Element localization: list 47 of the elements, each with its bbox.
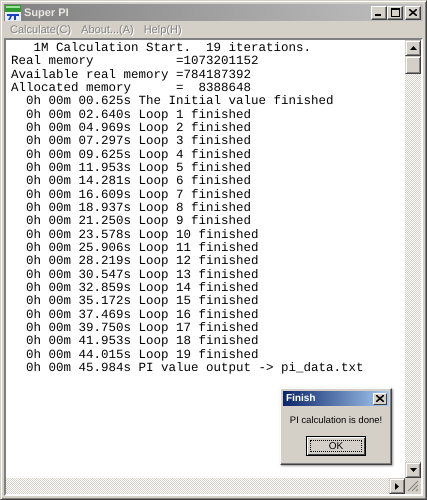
window-title: Super PI — [24, 6, 70, 18]
maximize-icon — [390, 8, 400, 17]
output-line: 0h 00m 09.625s Loop 4 finished — [25, 148, 252, 162]
output-line: 1M Calculation Start. 19 iterations. — [32, 42, 312, 55]
ok-button[interactable]: OK — [306, 436, 366, 456]
output-line: 0h 00m 14.281s Loop 6 finished — [25, 175, 252, 189]
output-line: Allocated memory = 8388648 — [11, 82, 252, 95]
vertical-scrollbar[interactable] — [405, 40, 421, 478]
output-line: 0h 00m 44.015s Loop 19 finished — [25, 348, 259, 362]
output-line: 0h 00m 37.469s Loop 16 finished — [25, 308, 259, 322]
horizontal-scrollbar[interactable] — [6, 478, 405, 494]
output-line: 0h 00m 39.750s Loop 17 finished — [25, 322, 259, 335]
output-line: 0h 00m 07.297s Loop 3 finished — [25, 135, 252, 149]
output-line: 0h 00m 00.625s The Initial value finished — [25, 95, 334, 109]
scroll-thumb[interactable] — [405, 56, 421, 74]
up-arrow-icon — [410, 46, 416, 50]
resize-grip-icon[interactable] — [407, 480, 419, 492]
output-line: 0h 00m 25.906s Loop 11 finished — [25, 242, 259, 255]
output-line: 0h 00m 16.609s Loop 7 finished — [25, 188, 252, 202]
output-line: 0h 00m 28.219s Loop 12 finished — [25, 255, 259, 269]
down-arrow-icon — [410, 468, 416, 472]
output-line: Real memory =1073201152 — [11, 55, 259, 69]
minimize-button[interactable] — [371, 6, 387, 20]
output-line: 0h 00m 11.953s Loop 5 finished — [25, 162, 252, 175]
output-line: 0h 00m 18.937s Loop 8 finished — [25, 202, 252, 215]
output-line: 0h 00m 35.172s Loop 15 finished — [25, 295, 259, 309]
close-icon — [376, 395, 384, 402]
output-line: 0h 00m 45.984s PI value output -> pi_data.txt — [25, 362, 364, 376]
output-line: 0h 00m 32.859s Loop 14 finished — [25, 282, 259, 295]
right-arrow-icon — [395, 482, 399, 490]
scroll-down-button[interactable] — [405, 462, 421, 478]
maximize-button[interactable] — [387, 6, 403, 20]
scroll-up-button[interactable] — [405, 40, 421, 56]
output-line: Available real memory =784187392 — [11, 68, 252, 82]
output-line: 0h 00m 21.250s Loop 9 finished — [25, 215, 252, 229]
close-button[interactable] — [405, 6, 421, 20]
output-line: 0h 00m 41.953s Loop 18 finished — [25, 335, 259, 349]
dialog-message: PI calculation is done! — [288, 414, 384, 428]
app-icon — [5, 4, 21, 20]
close-button[interactable] — [373, 392, 387, 404]
output-line: 0h 00m 04.969s Loop 2 finished — [25, 122, 252, 135]
dialog-title: Finish — [286, 393, 316, 404]
close-icon — [409, 9, 417, 16]
output-line: 0h 00m 02.640s Loop 1 finished — [25, 108, 252, 122]
scroll-right-button[interactable] — [389, 478, 405, 494]
output-line: 0h 00m 23.578s Loop 10 finished — [25, 228, 259, 242]
output-line: 0h 00m 30.547s Loop 13 finished — [25, 268, 259, 282]
